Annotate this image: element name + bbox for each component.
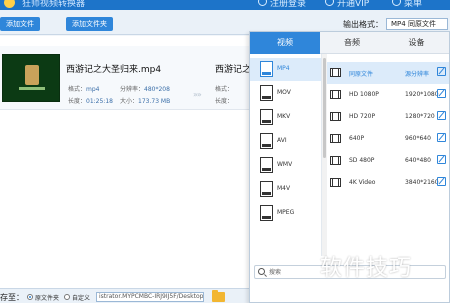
app-logo-icon [4,0,15,8]
format-item-mp4[interactable]: MP4 [250,58,321,81]
add-folder-button[interactable]: 添加文件夹 [66,17,113,31]
format-list: MP4 MOV MKV AVI WMV M4V MPEG [250,54,322,256]
edit-icon[interactable] [437,111,446,120]
file-format: 格式：mp4 [68,86,100,93]
resolution-row[interactable]: HD 1080P 1920*1080 [327,84,449,106]
format-item-wmv[interactable]: WMV [250,154,321,177]
film-icon [330,112,341,121]
video-file-icon [260,61,273,77]
radio-original-folder[interactable] [27,294,33,300]
resolution-name: 同原文件 [349,71,374,78]
film-icon [330,134,341,143]
output-format-label: 输出格式： [343,20,383,29]
film-icon [330,178,341,187]
add-file-button[interactable]: 添加文件 [0,17,40,31]
format-tabs: 视频 音频 设备 [250,32,449,54]
format-item-label: MP4 [277,65,290,72]
file-resolution: 分辨率：480*208 [120,86,170,93]
vip-link[interactable]: 开通VIP [337,0,369,9]
save-to-label: 存至： [0,293,24,302]
edit-icon[interactable] [437,133,446,142]
film-icon [330,68,341,77]
tab-video[interactable]: 视频 [250,32,320,54]
video-file-icon [260,133,273,149]
film-icon [330,156,341,165]
menu-icon[interactable] [392,0,401,6]
video-file-icon [260,157,273,173]
menu-link[interactable]: 菜单 [404,0,422,9]
video-file-icon [260,205,273,221]
login-link[interactable]: 注册登录 [270,0,306,9]
tab-device[interactable]: 设备 [384,32,449,54]
user-icon[interactable] [258,0,267,6]
output-format: 格式： [215,86,234,93]
format-item-mpeg[interactable]: MPEG [250,202,321,225]
resolution-name: HD 1080P [349,91,379,98]
edit-icon[interactable] [437,155,446,164]
resolution-size: 640*480 [405,157,431,164]
vip-icon[interactable] [325,0,334,6]
video-file-icon [260,181,273,197]
format-item-mkv[interactable]: MKV [250,106,321,129]
title-bar: 狂师视频转换器 注册登录 开通VIP 菜单 [0,0,450,10]
app-title: 狂师视频转换器 [22,0,86,9]
format-item-label: M4V [277,185,291,192]
resolution-row[interactable]: 4K Video 3840*2160 [327,172,449,194]
edit-icon[interactable] [437,89,446,98]
resolution-row[interactable]: 640P 960*640 [327,128,449,150]
resolution-row[interactable]: HD 720P 1280*720 [327,106,449,128]
resolution-size: 源分辨率 [405,71,430,78]
resolution-name: 4K Video [349,179,376,186]
format-item-mov[interactable]: MOV [250,82,321,105]
video-thumbnail [2,54,60,102]
output-duration: 长度： [215,98,234,105]
resolution-size: 960*640 [405,135,431,142]
resolution-name: HD 720P [349,113,376,120]
resolution-size: 3840*2160 [405,179,439,186]
file-name: 西游记之大圣归来.mp4 [66,65,162,75]
format-item-avi[interactable]: AVI [250,130,321,153]
edit-icon[interactable] [437,67,446,76]
search-icon [258,268,265,275]
folder-icon[interactable] [212,290,225,302]
resolution-list: 同原文件 源分辨率 HD 1080P 1920*1080 HD 720P 128… [327,54,449,256]
radio-original-folder-label[interactable]: 原文件夹 [35,293,59,302]
resolution-name: SD 480P [349,157,375,164]
format-item-label: MKV [277,113,291,120]
edit-icon[interactable] [437,177,446,186]
radio-custom[interactable] [64,294,70,300]
file-size: 大小：173.73 MB [120,98,171,105]
watermark: 软件技巧 [320,256,413,281]
radio-custom-label[interactable]: 自定义 [72,293,90,302]
output-path-field[interactable]: istrator.MYPCMBC-IRJ9IJ5F/Desktop [96,292,204,302]
format-item-label: MOV [277,89,291,96]
format-list-scroll-thumb[interactable] [323,58,326,158]
resolution-size: 1920*1080 [405,91,439,98]
format-item-label: WMV [277,161,293,168]
video-file-icon [260,109,273,125]
film-icon [330,90,341,99]
convert-arrow-icon: »» [193,90,202,99]
output-format-select[interactable]: MP4 同原文件 [386,18,448,30]
tab-audio[interactable]: 音频 [320,32,384,54]
resolution-row[interactable]: SD 480P 640*480 [327,150,449,172]
resolution-row[interactable]: 同原文件 源分辨率 [327,62,449,84]
format-item-label: MPEG [277,209,295,216]
file-duration: 长度：01:25:18 [68,98,113,105]
resolution-size: 1280*720 [405,113,435,120]
format-item-m4v[interactable]: M4V [250,178,321,201]
format-item-label: AVI [277,137,287,144]
video-file-icon [260,85,273,101]
resolution-name: 640P [349,135,365,142]
